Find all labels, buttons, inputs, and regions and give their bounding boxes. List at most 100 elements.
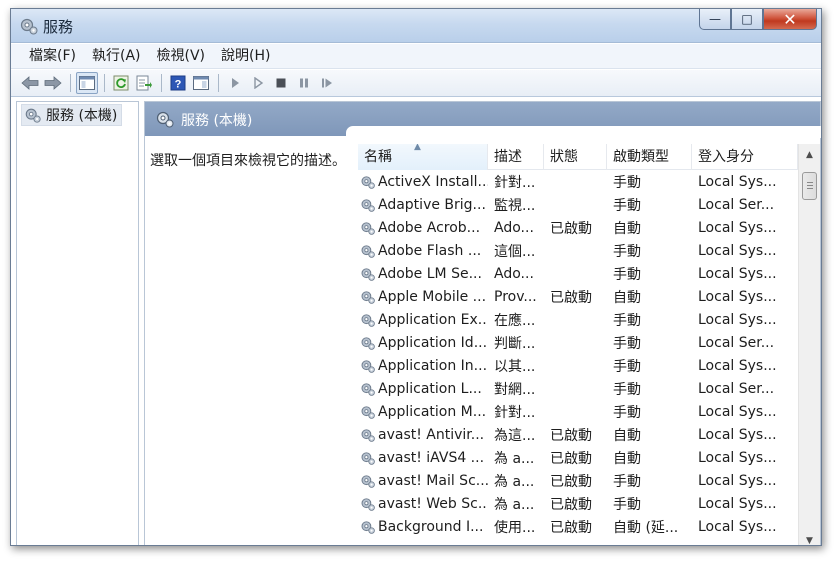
tree-item-services-local[interactable]: 服務 (本機)	[21, 104, 123, 126]
menu-help[interactable]: 說明(H)	[213, 44, 278, 69]
minimize-icon: —	[709, 12, 721, 26]
help-button[interactable]: ?	[167, 72, 189, 94]
table-row[interactable]: ActiveX Install... 針對... 手動 Local Sys...	[358, 170, 798, 193]
cell-description: 以其...	[494, 358, 536, 375]
service-name: Adobe LM Se...	[378, 265, 482, 282]
sort-ascending-icon: ▲	[414, 144, 421, 152]
service-gear-icon	[361, 497, 375, 511]
cell-name: Adobe Flash ...	[358, 243, 488, 259]
back-button[interactable]	[19, 72, 41, 94]
forward-button[interactable]	[42, 72, 64, 94]
cell-startup-type: 手動	[613, 404, 641, 421]
cell-log-on-as: Local Ser...	[698, 196, 775, 213]
refresh-button[interactable]	[110, 72, 132, 94]
table-row[interactable]: Adobe Flash ... 這個... 手動 Local Sys...	[358, 239, 798, 262]
cell-log-on-as: Local Ser...	[698, 334, 775, 351]
cell-log-on-as: Local Sys...	[698, 495, 777, 512]
cell-log-on-as: Local Ser...	[698, 380, 775, 397]
start-service-alt-button[interactable]	[247, 72, 269, 94]
service-name: Application M...	[378, 403, 487, 420]
column-header-label: 名稱	[364, 149, 392, 165]
services-gear-icon	[156, 111, 174, 128]
table-row[interactable]: Adaptive Brig... 監視... 手動 Local Ser...	[358, 193, 798, 216]
table-row[interactable]: Application L... 對網... 手動 Local Ser...	[358, 377, 798, 400]
table-row[interactable]: avast! Mail Sc... 為 a... 已啟動 手動 Local Sys...	[358, 469, 798, 492]
properties-view-icon	[193, 76, 209, 90]
caption-buttons: — □ ✕	[699, 9, 817, 31]
table-row[interactable]: avast! Web Sc... 為 a... 已啟動 手動 Local Sys...	[358, 492, 798, 515]
table-row[interactable]: Background I... 使用... 已啟動 自動 (延... Local Sys…	[358, 515, 798, 538]
table-row[interactable]: Application In... 以其... 手動 Local Sys...	[358, 354, 798, 377]
toolbar-separator	[70, 74, 71, 92]
column-header-description[interactable]: 描述	[488, 144, 544, 170]
close-button[interactable]: ✕	[763, 9, 817, 30]
table-row[interactable]: Apple Mobile ... Prov... 已啟動 自動 Local Sys...	[358, 285, 798, 308]
column-header-startup-type[interactable]: 啟動類型	[607, 144, 692, 170]
properties-view-button[interactable]	[190, 72, 212, 94]
show-console-tree-icon	[79, 76, 95, 90]
minimize-button[interactable]: —	[699, 9, 731, 30]
cell-name: ActiveX Install...	[358, 174, 488, 190]
cell-description: 針對...	[494, 404, 536, 421]
table-row[interactable]: Application Id... 判斷... 手動 Local Ser...	[358, 331, 798, 354]
service-gear-icon	[361, 175, 375, 189]
cell-description: 針對...	[494, 174, 536, 191]
stop-service-button[interactable]	[270, 72, 292, 94]
scroll-thumb[interactable]	[802, 172, 817, 200]
maximize-icon: □	[741, 12, 753, 26]
table-row[interactable]: avast! Antivir... 為這... 已啟動 自動 Local Sys...	[358, 423, 798, 446]
forward-icon	[44, 76, 62, 90]
menu-view[interactable]: 檢視(V)	[149, 44, 214, 69]
cell-log-on-as: Local Sys...	[698, 288, 777, 305]
table-row[interactable]: Adobe LM Se... Ado... 手動 Local Sys...	[358, 262, 798, 285]
services-gear-icon	[25, 108, 41, 123]
cell-name: Application L...	[358, 381, 488, 397]
service-gear-icon	[361, 336, 375, 350]
scroll-up-button[interactable]: ▲	[799, 144, 820, 166]
start-service-button[interactable]	[224, 72, 246, 94]
services-list: ▲ 名稱 描述 狀態 啟動類型 登入身分 ActiveX Install... 針…	[358, 144, 798, 545]
cell-description: 使用...	[494, 519, 536, 536]
table-row[interactable]: avast! iAVS4 ... 為 a... 已啟動 自動 Local Sys...	[358, 446, 798, 469]
scroll-up-icon: ▲	[806, 150, 813, 160]
cell-description: Ado...	[494, 265, 534, 282]
service-gear-icon	[361, 451, 375, 465]
cell-status: 已啟動	[550, 220, 592, 237]
menu-action[interactable]: 執行(A)	[84, 44, 149, 69]
resume-service-icon	[322, 78, 332, 88]
resume-service-button[interactable]	[316, 72, 338, 94]
close-icon: ✕	[783, 9, 797, 29]
menu-bar: 檔案(F) 執行(A) 檢視(V) 說明(H)	[11, 44, 821, 69]
cell-log-on-as: Local Sys...	[698, 311, 777, 328]
cell-startup-type: 手動	[613, 358, 641, 375]
table-row[interactable]: Application Ex... 在應... 手動 Local Sys...	[358, 308, 798, 331]
show-console-tree-button[interactable]	[76, 72, 98, 94]
service-gear-icon	[361, 474, 375, 488]
maximize-button[interactable]: □	[731, 9, 763, 30]
help-icon: ?	[170, 75, 186, 91]
cell-description: 在應...	[494, 312, 536, 329]
toolbar-separator	[161, 74, 162, 92]
toolbar-separator	[104, 74, 105, 92]
cell-startup-type: 自動	[613, 289, 641, 306]
column-header-name[interactable]: ▲ 名稱	[358, 144, 488, 170]
service-gear-icon	[361, 382, 375, 396]
toolbar-separator	[218, 74, 219, 92]
column-header-status[interactable]: 狀態	[544, 144, 607, 170]
title-bar[interactable]: 服務 — □ ✕	[11, 9, 821, 43]
pause-service-button[interactable]	[293, 72, 315, 94]
table-row[interactable]: Application M... 針對... 手動 Local Sys...	[358, 400, 798, 423]
cell-description: 對網...	[494, 381, 536, 398]
vertical-scrollbar[interactable]: ▲ ▼	[798, 144, 820, 545]
table-row[interactable]: Adobe Acrob... Ado... 已啟動 自動 Local Sys...	[358, 216, 798, 239]
cell-status: 已啟動	[550, 427, 592, 444]
column-header-log-on-as[interactable]: 登入身分	[692, 144, 798, 170]
menu-file[interactable]: 檔案(F)	[21, 44, 84, 69]
service-name: Application L...	[378, 380, 482, 397]
service-name: Adobe Acrob...	[378, 219, 481, 236]
scroll-down-button[interactable]: ▼	[799, 534, 820, 545]
scroll-grip	[807, 185, 813, 186]
export-list-button[interactable]	[133, 72, 155, 94]
window-title: 服務	[43, 18, 74, 36]
cell-log-on-as: Local Sys...	[698, 472, 777, 489]
